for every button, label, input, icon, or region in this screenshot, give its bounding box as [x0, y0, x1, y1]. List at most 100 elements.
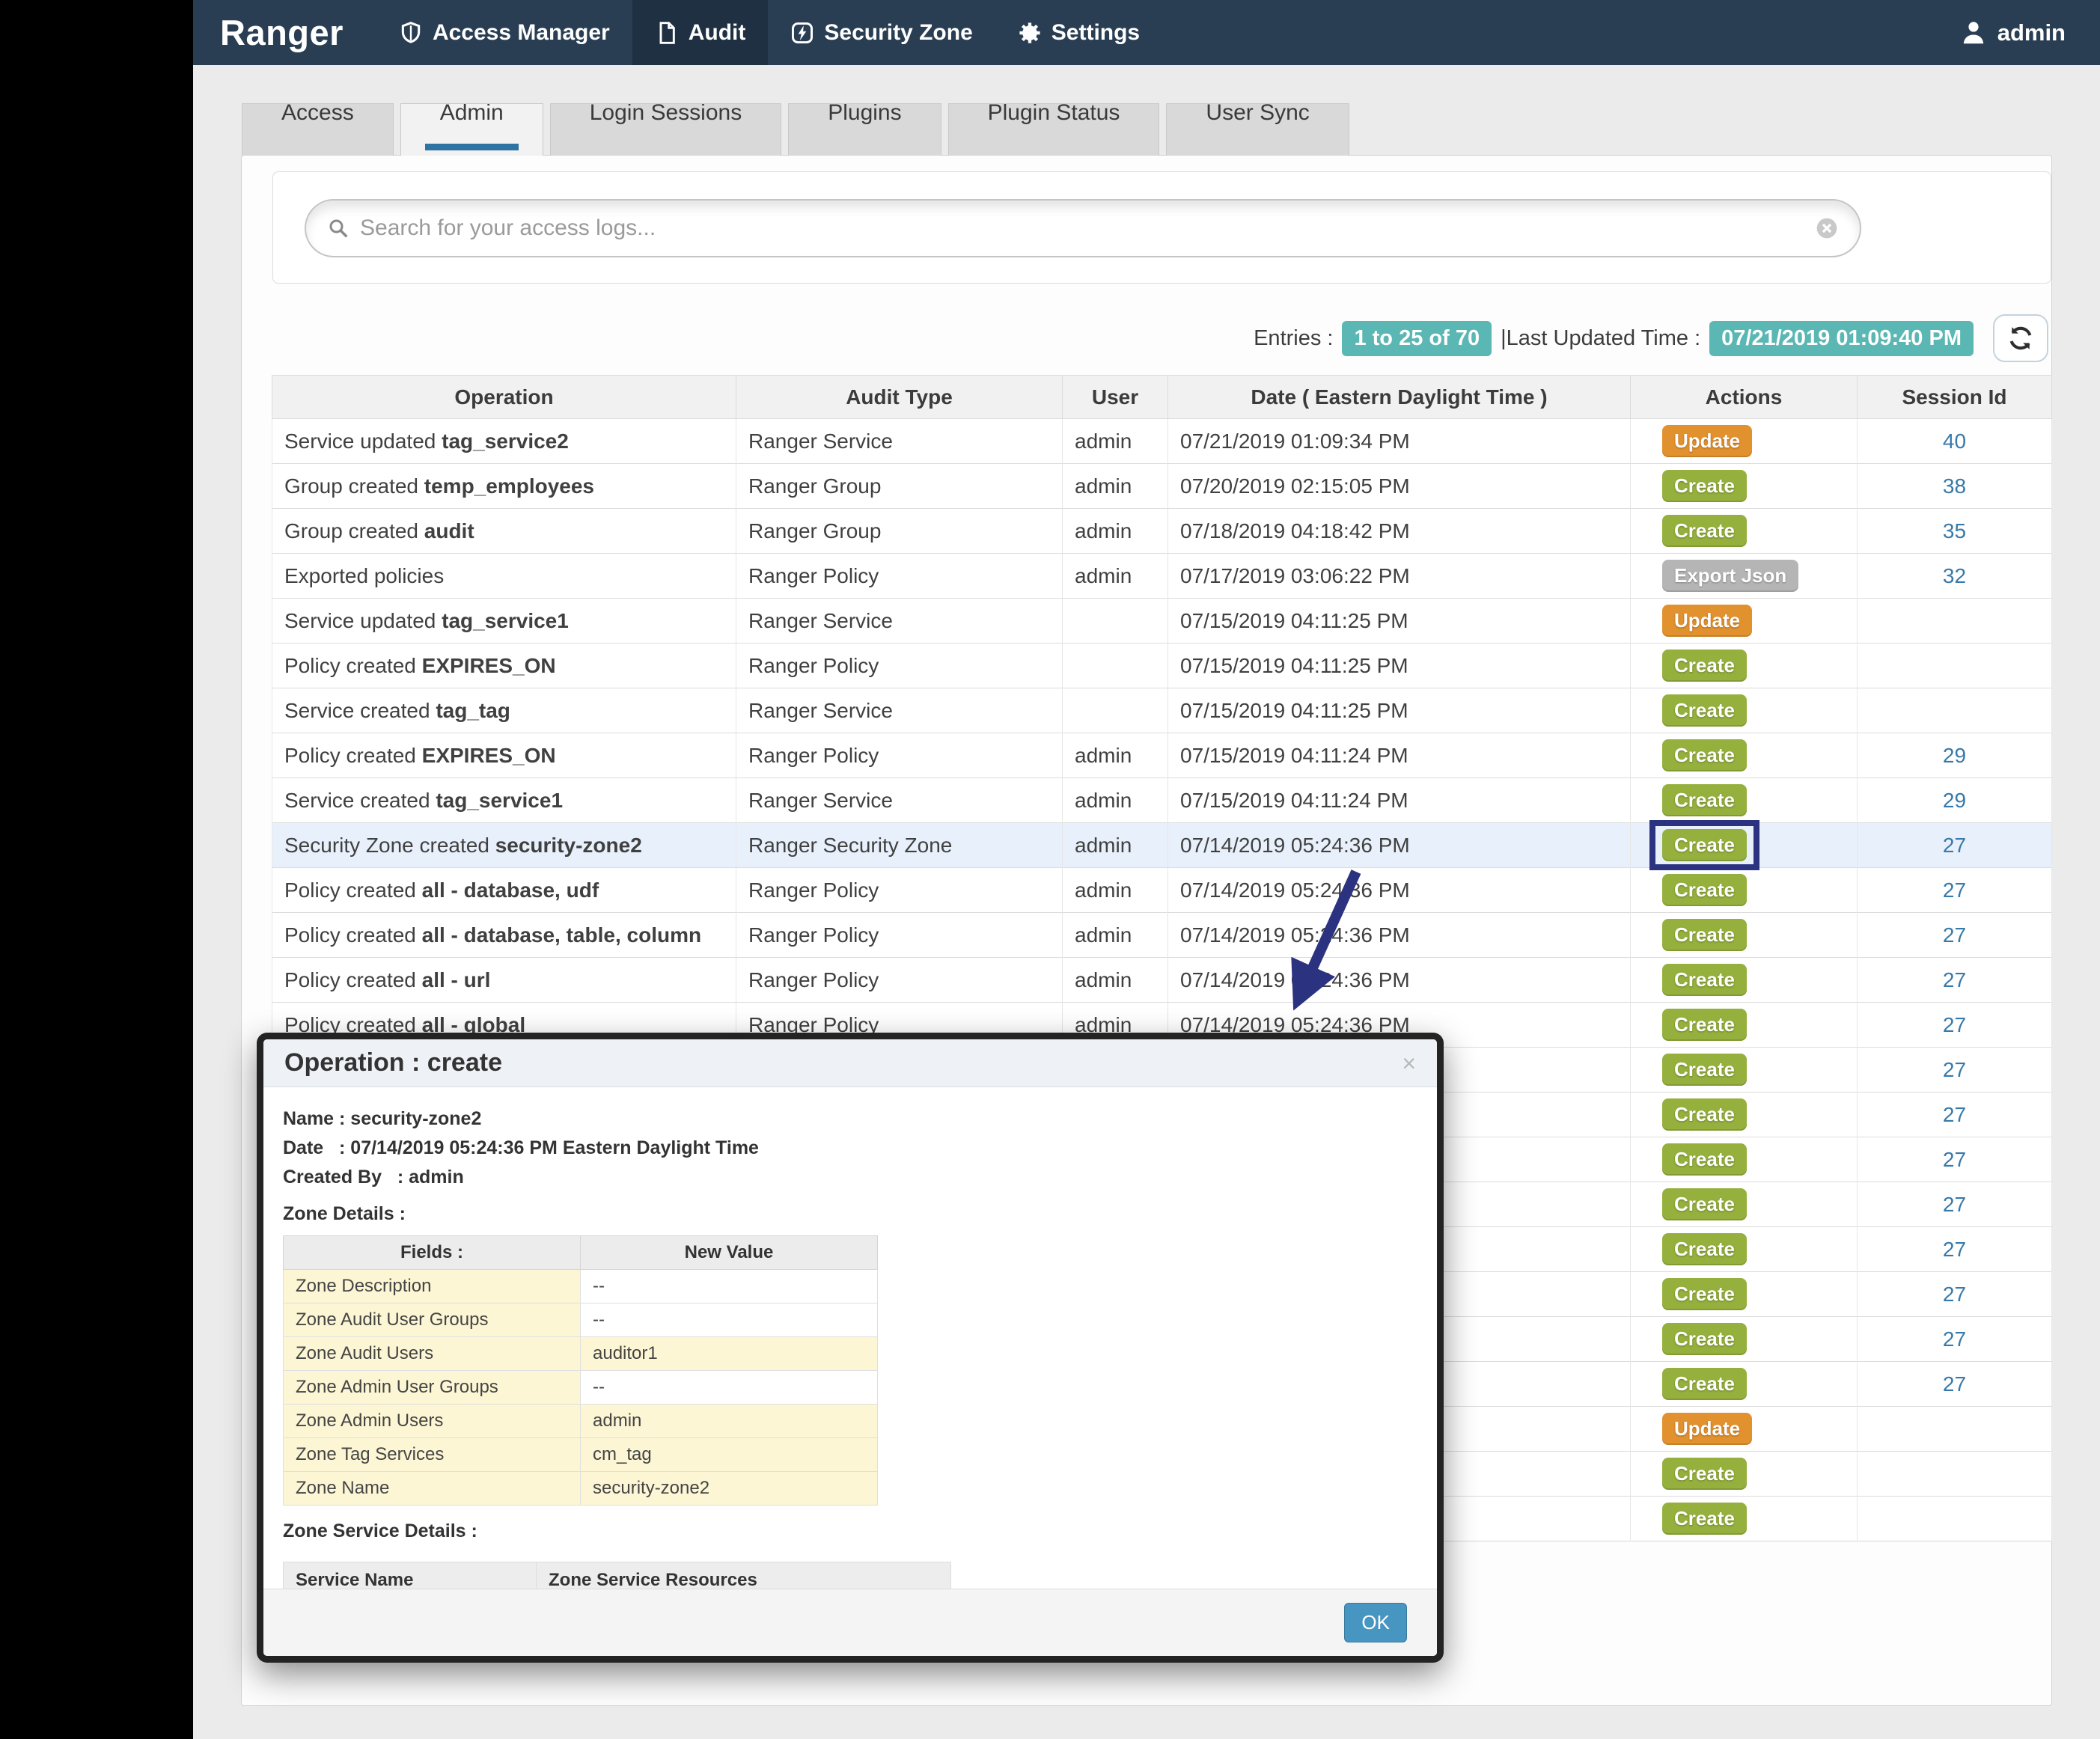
zone-service-header-row: Service Name Zone Service Resources	[283, 1562, 951, 1589]
session-id-link[interactable]: 38	[1943, 474, 1966, 498]
nav-item-label: Access Manager	[432, 19, 610, 45]
audit-type-cell: Ranger Service	[736, 777, 1063, 823]
tab-admin[interactable]: Admin	[400, 103, 543, 156]
actions-cell: Create	[1630, 1496, 1858, 1541]
nav-item-security-zone[interactable]: Security Zone	[768, 0, 995, 65]
table-row: Service updated tag_service2 Ranger Servi…	[272, 418, 2052, 464]
action-badge-update[interactable]: Update	[1662, 605, 1753, 637]
action-badge-create[interactable]: Create	[1662, 964, 1747, 996]
user-cell: admin	[1062, 733, 1168, 778]
tab-user-sync[interactable]: User Sync	[1166, 103, 1349, 156]
action-badge-create[interactable]: Create	[1662, 1503, 1747, 1535]
ranger-logo: Ranger	[220, 13, 344, 52]
action-badge-create[interactable]: Create	[1662, 1278, 1747, 1310]
session-id-link[interactable]: 27	[1943, 1148, 1966, 1171]
ok-button[interactable]: OK	[1344, 1603, 1407, 1642]
action-badge-update[interactable]: Update	[1662, 1413, 1753, 1445]
session-id-link[interactable]: 27	[1943, 1193, 1966, 1216]
action-badge-create[interactable]: Create	[1662, 515, 1747, 547]
audit-type-cell: Ranger Service	[736, 688, 1063, 733]
clear-search-icon[interactable]	[1815, 216, 1839, 240]
session-id-link[interactable]: 27	[1943, 1238, 1966, 1261]
close-icon[interactable]: ×	[1402, 1051, 1416, 1075]
table-row: Group created audit Ranger Group admin 07/1…	[272, 508, 2052, 554]
session-id-link[interactable]: 40	[1943, 430, 1966, 453]
user-menu[interactable]: admin	[1926, 0, 2100, 65]
column-header-actions: Actions	[1630, 375, 1858, 419]
zone-date-line: Date : 07/14/2019 05:24:36 PM Eastern Da…	[283, 1137, 759, 1158]
session-id-link[interactable]: 35	[1943, 519, 1966, 543]
session-id-link[interactable]: 27	[1943, 923, 1966, 947]
operation-cell: Service created tag_tag	[272, 688, 736, 733]
audit-type-cell: Ranger Service	[736, 598, 1063, 644]
actions-cell: Create	[1630, 1137, 1858, 1182]
tab-plugin-status[interactable]: Plugin Status	[947, 103, 1160, 156]
action-badge-create[interactable]: Create	[1662, 919, 1747, 951]
zone-details-row: Zone Tag Services cm_tag	[283, 1437, 878, 1472]
modal-title: Operation : create	[284, 1048, 502, 1077]
action-badge-create[interactable]: Create	[1662, 1143, 1747, 1176]
action-badge-create[interactable]: Create	[1662, 1009, 1747, 1041]
table-row: Policy created all - url Ranger Policy adm…	[272, 957, 2052, 1003]
action-badge-create[interactable]: Create	[1662, 874, 1747, 906]
session-id-link[interactable]: 32	[1943, 564, 1966, 587]
action-badge-create[interactable]: Create	[1662, 1368, 1747, 1400]
action-badge-export-json[interactable]: Export Json	[1662, 560, 1799, 592]
actions-cell: Update	[1630, 598, 1858, 644]
user-cell: admin	[1062, 957, 1168, 1003]
nav-item-label: Audit	[688, 19, 746, 45]
action-badge-create[interactable]: Create	[1662, 829, 1747, 861]
session-id-link[interactable]: 27	[1943, 1372, 1966, 1396]
tab-access[interactable]: Access	[242, 103, 394, 156]
action-badge-update[interactable]: Update	[1662, 425, 1753, 457]
search-input[interactable]	[360, 216, 1804, 241]
action-badge-create[interactable]: Create	[1662, 1098, 1747, 1131]
zone-details-column-fields: Fields :	[283, 1235, 581, 1270]
session-id-link[interactable]: 27	[1943, 1013, 1966, 1036]
nav-item-settings[interactable]: Settings	[995, 0, 1162, 65]
tab-plugins[interactable]: Plugins	[788, 103, 941, 156]
session-id-link[interactable]: 27	[1943, 1103, 1966, 1126]
action-badge-create[interactable]: Create	[1662, 1323, 1747, 1355]
session-id-link[interactable]: 27	[1943, 968, 1966, 991]
action-badge-create[interactable]: Create	[1662, 739, 1747, 771]
date-cell: 07/14/2019 05:24:36 PM	[1167, 912, 1631, 958]
session-id-link[interactable]: 27	[1943, 1327, 1966, 1351]
audit-type-cell: Ranger Policy	[736, 553, 1063, 599]
nav-item-audit[interactable]: Audit	[632, 0, 769, 65]
nav-item-access-manager[interactable]: Access Manager	[376, 0, 632, 65]
session-id-cell: 27	[1857, 1271, 2052, 1317]
zone-service-column-zone-service-resources: Zone Service Resources	[536, 1562, 951, 1589]
session-id-link[interactable]: 29	[1943, 744, 1966, 767]
audit-type-cell: Ranger Group	[736, 463, 1063, 509]
action-badge-create[interactable]: Create	[1662, 1233, 1747, 1265]
session-id-link[interactable]: 27	[1943, 834, 1966, 857]
field-value-cell: auditor1	[580, 1336, 878, 1371]
refresh-button[interactable]	[1993, 314, 2048, 362]
action-badge-create[interactable]: Create	[1662, 694, 1747, 727]
actions-cell: Update	[1630, 418, 1858, 464]
session-id-cell: 27	[1857, 1092, 2052, 1137]
tab-login-sessions[interactable]: Login Sessions	[549, 103, 782, 156]
actions-cell: Create	[1630, 1047, 1858, 1092]
action-badge-create[interactable]: Create	[1662, 784, 1747, 816]
session-id-link[interactable]: 27	[1943, 1058, 1966, 1081]
table-row: Policy created EXPIRES_ON Ranger Policy 07…	[272, 643, 2052, 688]
action-badge-create[interactable]: Create	[1662, 1188, 1747, 1220]
actions-cell: Update	[1630, 1406, 1858, 1452]
action-badge-create[interactable]: Create	[1662, 1054, 1747, 1086]
session-id-link[interactable]: 27	[1943, 1283, 1966, 1306]
user-cell	[1062, 643, 1168, 688]
audit-type-cell: Ranger Group	[736, 508, 1063, 554]
field-name-cell: Zone Audit User Groups	[283, 1303, 581, 1337]
action-badge-create[interactable]: Create	[1662, 1458, 1747, 1490]
action-badge-create[interactable]: Create	[1662, 470, 1747, 502]
tab-label: Access	[281, 103, 354, 125]
session-id-link[interactable]: 29	[1943, 789, 1966, 812]
audit-type-cell: Ranger Service	[736, 418, 1063, 464]
operation-cell: Exported policies	[272, 553, 736, 599]
action-badge-create[interactable]: Create	[1662, 650, 1747, 682]
search-bar[interactable]	[305, 199, 1861, 257]
session-id-link[interactable]: 27	[1943, 878, 1966, 902]
table-row: Service created tag_tag Ranger Service 07/…	[272, 688, 2052, 733]
